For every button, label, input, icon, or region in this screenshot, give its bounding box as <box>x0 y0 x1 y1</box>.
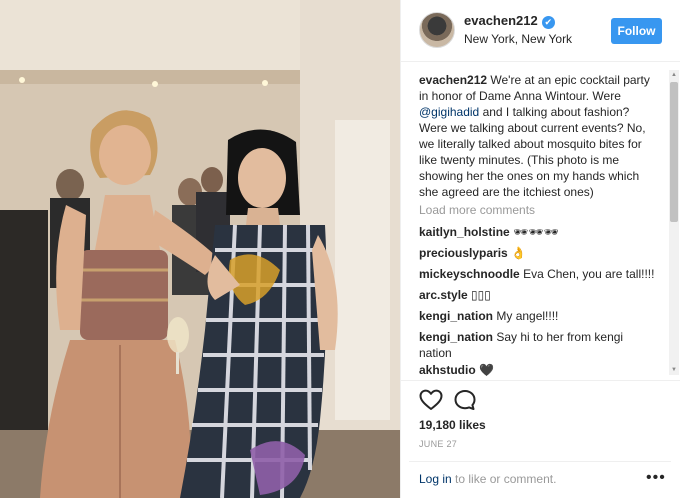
comments-scrollbar[interactable]: ▲ ▼ <box>669 70 679 375</box>
comment-row: kaitlyn_holstine 🕶🕶🕶 <box>419 224 659 240</box>
comment-row: arc.style ▯▯▯ <box>419 287 659 303</box>
heart-icon[interactable] <box>419 389 443 411</box>
scroll-up-arrow-icon[interactable]: ▲ <box>669 70 679 80</box>
comment-username[interactable]: akhstudio <box>419 363 476 377</box>
comment-bar: Log in to like or comment. ••• <box>409 461 671 498</box>
comment-text: 🖤 <box>479 363 494 377</box>
comment-username[interactable]: preciouslyparis <box>419 246 508 260</box>
comment-username[interactable]: mickeyschnoodle <box>419 267 520 281</box>
location-link[interactable]: New York, New York <box>464 32 572 46</box>
username-link[interactable]: evachen212 ✔ <box>464 13 555 29</box>
post-photo[interactable] <box>0 0 400 498</box>
login-link[interactable]: Log in <box>419 472 452 486</box>
comment-text: 👌 <box>511 246 527 260</box>
caption-text-2: and I talking about fashion? Were we tal… <box>419 105 646 199</box>
post-date: JUNE 27 <box>419 439 458 449</box>
username-text[interactable]: evachen212 <box>464 13 538 28</box>
load-more-comments-button[interactable]: Load more comments <box>419 203 535 217</box>
comment-row: preciouslyparis 👌 <box>419 245 659 261</box>
photo-illustration <box>0 0 400 498</box>
comment-username[interactable]: arc.style <box>419 288 468 302</box>
scrollbar-thumb[interactable] <box>670 82 678 222</box>
comment-text: My angel!!!! <box>496 309 559 323</box>
likes-count[interactable]: 19,180 likes <box>419 418 486 432</box>
post-side-panel: evachen212 ✔ New York, New York Follow ev… <box>400 0 680 498</box>
caption: evachen212 We're at an epic cocktail par… <box>419 72 659 200</box>
comment-row: mickeyschnoodle Eva Chen, you are tall!!… <box>419 266 659 282</box>
caption-mention-link[interactable]: @gigihadid <box>419 105 479 119</box>
verified-badge-icon: ✔ <box>541 16 555 29</box>
post-actions: 19,180 likes JUNE 27 Log in to like or c… <box>401 380 680 498</box>
comments-section: evachen212 We're at an epic cocktail par… <box>401 62 680 380</box>
login-prompt-text: to like or comment. <box>451 472 557 486</box>
comment-text: Eva Chen, you are tall!!!! <box>523 267 655 281</box>
comment-row: kengi_nation My angel!!!! <box>419 308 659 324</box>
comment-text: 🕶🕶🕶 <box>513 225 559 239</box>
comment-row: akhstudio 🖤 <box>419 362 659 378</box>
comment-text: ▯▯▯ <box>471 288 491 302</box>
comment-username[interactable]: kengi_nation <box>419 330 493 344</box>
comment-bubble-icon[interactable] <box>453 389 477 411</box>
comment-username[interactable]: kengi_nation <box>419 309 493 323</box>
login-prompt: Log in to like or comment. <box>419 472 556 486</box>
avatar[interactable] <box>419 12 455 48</box>
post-header: evachen212 ✔ New York, New York Follow <box>401 0 680 62</box>
comment-username[interactable]: kaitlyn_holstine <box>419 225 510 239</box>
more-options-icon[interactable]: ••• <box>646 469 666 487</box>
caption-username[interactable]: evachen212 <box>419 73 487 87</box>
scroll-down-arrow-icon[interactable]: ▼ <box>669 365 679 375</box>
comment-row: kengi_nation Say hi to her from kengi na… <box>419 329 659 361</box>
follow-button[interactable]: Follow <box>611 18 662 44</box>
